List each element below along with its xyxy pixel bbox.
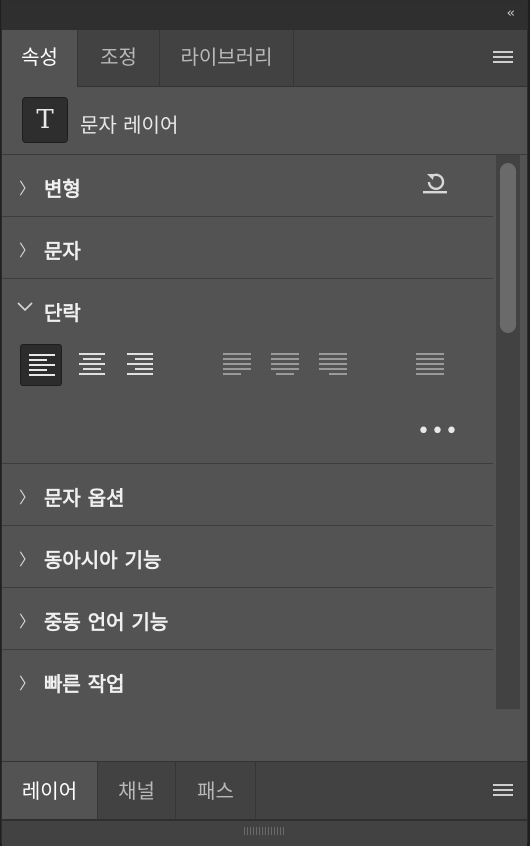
section-title: 빠른 작업 — [44, 672, 125, 696]
scrollbar-thumb[interactable] — [500, 163, 516, 333]
scrollbar[interactable] — [496, 155, 520, 709]
justify-last-left-icon — [223, 353, 251, 375]
align-center-button[interactable] — [71, 344, 113, 386]
chevron-right-icon: 〉 — [19, 488, 36, 507]
section-title: 중동 언어 기능 — [44, 610, 169, 634]
section-title: 문자 — [44, 239, 81, 263]
justify-last-right-button[interactable] — [311, 344, 353, 386]
section-east-asian-features[interactable]: 〉 동아시아 기능 — [2, 526, 493, 588]
section-quick-actions[interactable]: 〉 빠른 작업 — [2, 650, 493, 709]
panel-tab-bar: 속성 조정 라이브러리 — [2, 30, 527, 87]
section-title: 변형 — [44, 177, 81, 201]
resize-bar[interactable] — [2, 819, 527, 846]
justify-last-center-button[interactable] — [263, 344, 305, 386]
align-left-icon — [29, 354, 55, 376]
type-layer-header: T 문자 레이어 — [2, 87, 527, 155]
align-center-icon — [79, 353, 105, 375]
chevron-down-icon[interactable] — [16, 299, 34, 315]
align-left-button[interactable] — [20, 344, 62, 386]
reset-transform-icon[interactable] — [420, 167, 450, 197]
section-title: 단락 — [44, 301, 81, 325]
justify-last-right-icon — [319, 353, 347, 375]
panel-title-bar: ‹‹ — [2, 1, 527, 30]
panel-menu-icon[interactable] — [493, 51, 513, 66]
type-layer-label: 문자 레이어 — [80, 113, 179, 137]
section-title: 문자 옵션 — [44, 486, 125, 510]
tab-layers[interactable]: 레이어 — [2, 762, 98, 820]
section-character[interactable]: 〉 문자 — [2, 217, 493, 279]
justify-all-button[interactable] — [408, 344, 450, 386]
tab-channels[interactable]: 채널 — [98, 762, 176, 820]
section-character-options[interactable]: 〉 문자 옵션 — [2, 464, 493, 526]
resize-grip-icon[interactable] — [244, 827, 284, 835]
justify-last-left-button[interactable] — [215, 344, 257, 386]
tab-libraries[interactable]: 라이브러리 — [160, 30, 294, 86]
tab-properties[interactable]: 속성 — [2, 30, 78, 87]
justify-last-center-icon — [271, 353, 299, 375]
chevron-right-icon: 〉 — [19, 612, 36, 631]
more-options-icon[interactable]: ••• — [417, 419, 459, 444]
align-right-button[interactable] — [119, 344, 161, 386]
section-title: 동아시아 기능 — [44, 548, 162, 572]
tab-adjustments[interactable]: 조정 — [78, 30, 160, 86]
tab-paths[interactable]: 패스 — [176, 762, 256, 820]
bottom-tab-bar: 레이어 채널 패스 — [2, 761, 527, 820]
type-layer-icon: T — [22, 97, 68, 143]
section-transform[interactable]: 〉 변형 — [2, 155, 493, 217]
section-middle-eastern-features[interactable]: 〉 중동 언어 기능 — [2, 588, 493, 650]
properties-panel: ‹‹ 속성 조정 라이브러리 T 문자 레이어 〉 변형 〉 문자 단락 〉 문… — [1, 0, 528, 846]
collapse-panel-icon[interactable]: ‹‹ — [507, 6, 516, 22]
chevron-right-icon: 〉 — [19, 179, 36, 198]
justify-all-icon — [416, 353, 444, 375]
chevron-right-icon: 〉 — [19, 550, 36, 569]
align-right-icon — [127, 353, 153, 375]
layers-panel-menu-icon[interactable] — [493, 784, 513, 799]
chevron-right-icon: 〉 — [19, 241, 36, 260]
chevron-right-icon: 〉 — [19, 674, 36, 693]
